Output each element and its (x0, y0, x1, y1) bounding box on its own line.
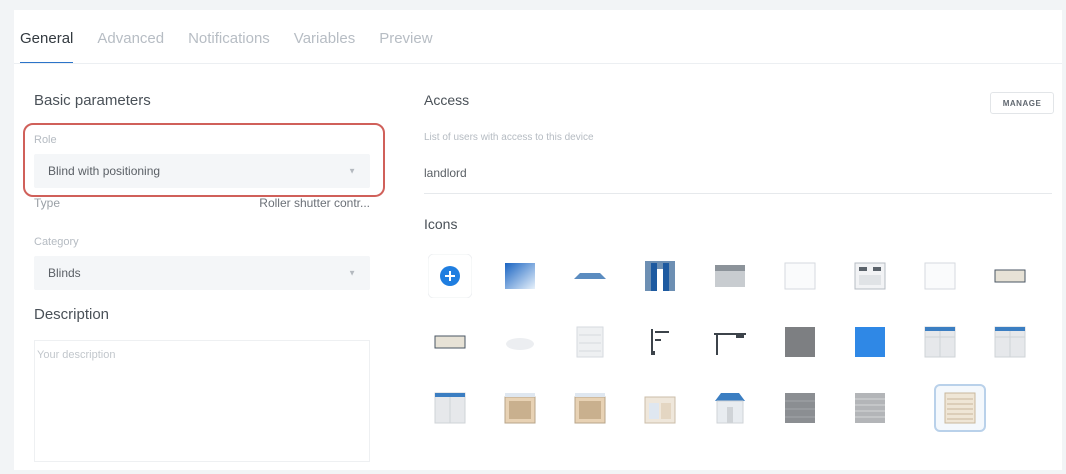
flower-box-icon[interactable] (424, 318, 476, 366)
tab-advanced[interactable]: Advanced (97, 24, 164, 64)
cloud-icon[interactable] (494, 318, 546, 366)
window-panel-icon[interactable] (844, 252, 896, 300)
wooden-fence-icon[interactable] (494, 384, 546, 432)
venetian-blind-selected-icon[interactable] (934, 384, 986, 432)
empty-frame-icon[interactable] (914, 252, 966, 300)
window-blind-icon[interactable] (914, 318, 966, 366)
shop-awning-icon[interactable] (704, 384, 756, 432)
gray-shutter-icon[interactable] (704, 252, 756, 300)
gray-blind-icon[interactable] (774, 384, 826, 432)
description-title: Description (34, 306, 110, 323)
access-hint: List of users with access to this device (424, 132, 594, 143)
dark-gray-square-icon[interactable] (774, 318, 826, 366)
access-title: Access (424, 92, 470, 108)
fence-window-icon[interactable] (634, 384, 686, 432)
gradient-blind-icon[interactable] (494, 252, 546, 300)
pole-blind-icon[interactable] (634, 318, 686, 366)
description-textarea[interactable]: Your description (34, 340, 370, 462)
empty-frame-icon[interactable] (774, 252, 826, 300)
type-row: Type Roller shutter contr... (34, 196, 370, 216)
tab-general[interactable]: General (20, 24, 74, 64)
curtains-icon[interactable] (634, 252, 686, 300)
type-label: Type (34, 196, 61, 210)
tab-bar: General Advanced Notifications Variables… (20, 24, 457, 64)
role-select-value: Blind with positioning (48, 164, 161, 178)
chevron-down-icon: ▼ (348, 268, 356, 278)
wooden-fence-icon[interactable] (564, 384, 616, 432)
tab-variables[interactable]: Variables (294, 24, 355, 64)
blue-square-icon[interactable] (844, 318, 896, 366)
category-select-value: Blinds (48, 266, 81, 280)
pole-curtain-icon[interactable] (704, 318, 756, 366)
access-user-value[interactable]: landlord (424, 166, 467, 180)
access-underline (424, 193, 1052, 194)
icons-title: Icons (424, 216, 458, 232)
chevron-down-icon: ▼ (348, 166, 356, 176)
window-blind-icon[interactable] (984, 318, 1036, 366)
tab-preview[interactable]: Preview (379, 24, 432, 64)
slatted-blind-icon[interactable] (844, 384, 896, 432)
tab-notifications[interactable]: Notifications (188, 24, 270, 64)
category-select[interactable]: Blinds ▼ (34, 256, 370, 290)
tabs-divider (14, 63, 1062, 64)
add-icon[interactable] (424, 252, 476, 300)
flower-box-icon[interactable] (984, 252, 1036, 300)
basic-parameters-title: Basic parameters (34, 92, 151, 109)
role-select[interactable]: Blind with positioning ▼ (34, 154, 370, 188)
blue-blind-icon[interactable] (424, 384, 476, 432)
awning-icon[interactable] (564, 252, 616, 300)
type-value: Roller shutter contr... (259, 196, 370, 210)
manage-button[interactable]: MANAGE (990, 92, 1054, 114)
role-label: Role (34, 134, 57, 146)
louver-icon[interactable] (564, 318, 616, 366)
category-label: Category (34, 236, 79, 248)
